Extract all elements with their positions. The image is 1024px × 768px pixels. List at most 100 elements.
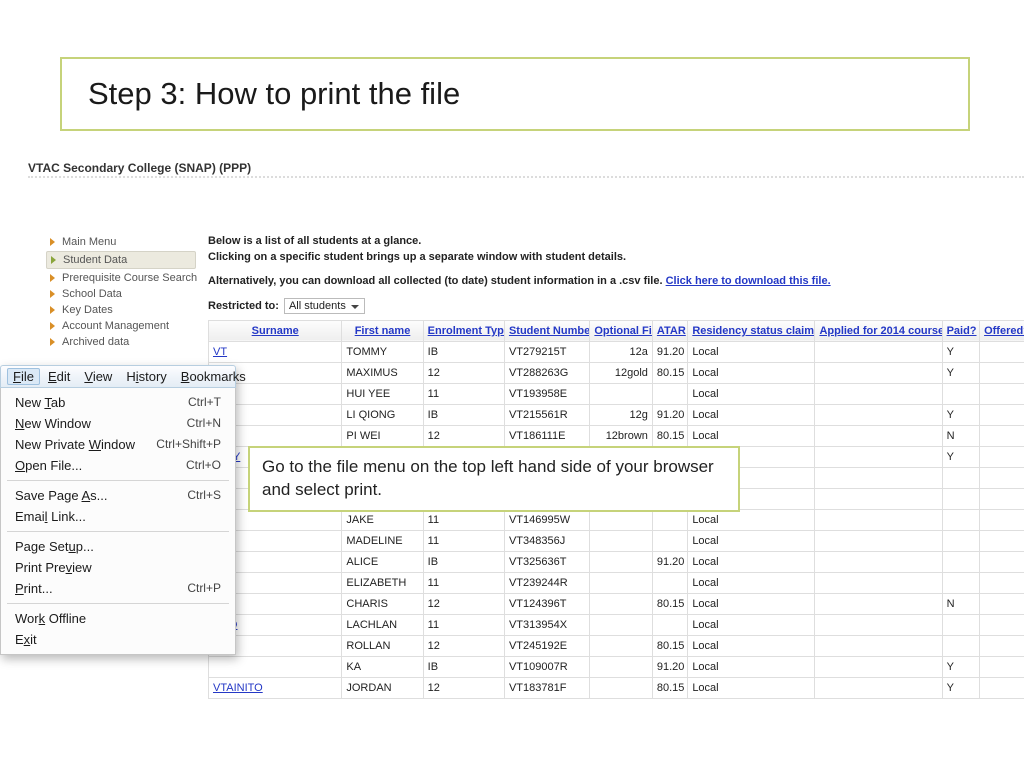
table-row: KAIBVT109007R91.20LocalY	[209, 656, 1024, 677]
cell-resid: Local	[688, 614, 815, 635]
cell-first: CHARIS	[342, 593, 423, 614]
menu-item-label: Save Page As...	[15, 488, 108, 503]
cell-resid: Local	[688, 404, 815, 425]
cell-paid: Y	[942, 446, 980, 467]
col-applied-for-2014-courses-[interactable]: Applied for 2014 courses?	[815, 320, 942, 341]
cell-stnum: VT146995W	[504, 509, 589, 530]
cell-resid: Local	[688, 509, 815, 530]
cell-applied	[815, 635, 942, 656]
cell-first: MADELINE	[342, 530, 423, 551]
cell-opt	[590, 509, 653, 530]
cell-enrol: IB	[423, 341, 504, 362]
menu-item-label: New Tab	[15, 395, 65, 410]
sidebar-item-archived-data[interactable]: Archived data	[46, 334, 196, 350]
menu-edit[interactable]: Edit	[42, 368, 76, 385]
intro-line-3a: Alternatively, you can download all coll…	[208, 275, 666, 287]
sidebar-item-school-data[interactable]: School Data	[46, 286, 196, 302]
menu-item-save-page-as[interactable]: Save Page As... Ctrl+S	[1, 485, 235, 506]
menu-item-page-setup[interactable]: Page Setup...	[1, 536, 235, 557]
cell-paid: Y	[942, 404, 980, 425]
cell-offered	[980, 488, 1024, 509]
menu-item-email-link[interactable]: Email Link...	[1, 506, 235, 527]
cell-stnum: VT279215T	[504, 341, 589, 362]
col-optional-field[interactable]: Optional Field	[590, 320, 653, 341]
student-link[interactable]: VTAINITO	[213, 682, 263, 694]
cell-applied	[815, 677, 942, 698]
col-surname[interactable]: Surname	[209, 320, 342, 341]
cell-surname: VTAINITO	[209, 677, 342, 698]
cell-applied	[815, 593, 942, 614]
sidebar-item-key-dates[interactable]: Key Dates	[46, 302, 196, 318]
school-name: VTAC Secondary College (SNAP) (PPP)	[28, 161, 251, 175]
restrict-row: Restricted to: All students	[208, 298, 1024, 314]
menu-bar: FileEditViewHistoryBookmarks	[0, 365, 236, 388]
cell-atar: 91.20	[652, 551, 687, 572]
col-student-number[interactable]: Student Number	[504, 320, 589, 341]
menu-history[interactable]: History	[120, 368, 172, 385]
menu-item-new-tab[interactable]: New TabCtrl+T	[1, 392, 235, 413]
col-enrolment-type[interactable]: Enrolment Type	[423, 320, 504, 341]
file-dropdown: New TabCtrl+TNew WindowCtrl+NNew Private…	[0, 388, 236, 655]
cell-offered	[980, 614, 1024, 635]
cell-stnum: VT215561R	[504, 404, 589, 425]
menu-file[interactable]: File	[7, 368, 40, 385]
cell-stnum: VT183781F	[504, 677, 589, 698]
col-first-name[interactable]: First name	[342, 320, 423, 341]
sidebar-item-account-management[interactable]: Account Management	[46, 318, 196, 334]
col-paid-[interactable]: Paid?	[942, 320, 980, 341]
menu-item-shortcut	[205, 539, 221, 554]
cell-opt	[590, 635, 653, 656]
table-row: VTAINITOJORDAN12VT183781F80.15LocalY	[209, 677, 1024, 698]
cell-paid: N	[942, 425, 980, 446]
menu-item-print[interactable]: Print... Ctrl+P	[1, 578, 235, 599]
sidebar-item-prerequisite-course-search[interactable]: Prerequisite Course Search	[46, 270, 196, 286]
cell-first: JORDAN	[342, 677, 423, 698]
menu-item-label: Print Preview	[15, 560, 92, 575]
cell-first: LI QIONG	[342, 404, 423, 425]
table-row: MADELINE11VT348356JLocal	[209, 530, 1024, 551]
col-offered-[interactable]: Offered?	[980, 320, 1024, 341]
menu-item-shortcut	[205, 560, 221, 575]
cell-resid: Local	[688, 341, 815, 362]
menu-separator	[7, 603, 229, 604]
menu-item-label: Exit	[15, 632, 37, 647]
cell-offered	[980, 530, 1024, 551]
intro-line-2: Clicking on a specific student brings up…	[208, 250, 1024, 266]
sidebar-item-main-menu[interactable]: Main Menu	[46, 234, 196, 250]
cell-applied	[815, 467, 942, 488]
cell-paid	[942, 572, 980, 593]
sidebar-item-student-data[interactable]: Student Data	[46, 251, 196, 269]
cell-applied	[815, 383, 942, 404]
restrict-select[interactable]: All students	[284, 298, 365, 314]
cell-applied	[815, 341, 942, 362]
menu-item-exit[interactable]: Exit	[1, 629, 235, 650]
menu-item-shortcut: Ctrl+P	[171, 581, 221, 596]
cell-opt	[590, 383, 653, 404]
col-residency-status-claimed[interactable]: Residency status claimed	[688, 320, 815, 341]
cell-applied	[815, 530, 942, 551]
cell-paid	[942, 614, 980, 635]
menu-item-work-offline[interactable]: Work Offline	[1, 608, 235, 629]
menu-item-shortcut: Ctrl+S	[171, 488, 221, 503]
intro-line-1: Below is a list of all students at a gla…	[208, 234, 1024, 250]
cell-offered	[980, 467, 1024, 488]
download-csv-link[interactable]: Click here to download this file.	[666, 275, 831, 287]
cell-first: ROLLAN	[342, 635, 423, 656]
slide-title-container: Step 3: How to print the file	[60, 57, 970, 131]
menu-item-label: Print...	[15, 581, 53, 596]
cell-opt: 12g	[590, 404, 653, 425]
cell-enrol: IB	[423, 656, 504, 677]
col-atar[interactable]: ATAR	[652, 320, 687, 341]
sidebar-item-label: School Data	[62, 288, 122, 300]
student-link[interactable]: VT	[213, 346, 227, 358]
chevron-right-icon	[51, 255, 59, 265]
cell-applied	[815, 572, 942, 593]
menu-item-print-preview[interactable]: Print Preview	[1, 557, 235, 578]
menu-item-open-file[interactable]: Open File...Ctrl+O	[1, 455, 235, 476]
cell-atar: 80.15	[652, 635, 687, 656]
menu-item-new-window[interactable]: New WindowCtrl+N	[1, 413, 235, 434]
menu-bookmarks[interactable]: Bookmarks	[175, 368, 252, 385]
menu-view[interactable]: View	[78, 368, 118, 385]
cell-enrol: IB	[423, 404, 504, 425]
menu-item-new-private-window[interactable]: New Private WindowCtrl+Shift+P	[1, 434, 235, 455]
